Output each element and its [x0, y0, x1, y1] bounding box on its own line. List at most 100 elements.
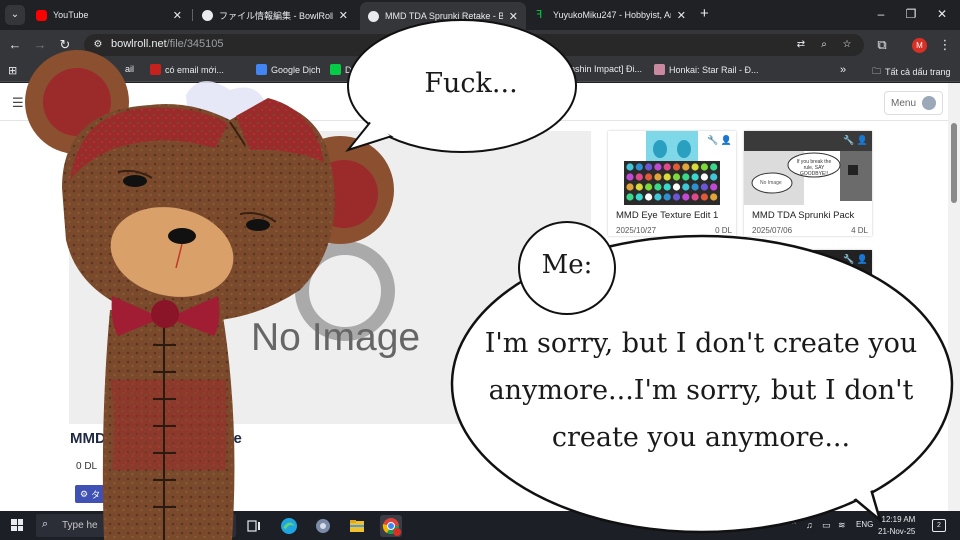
scrollbar-thumb[interactable] [951, 123, 957, 203]
browser-toolbar: ← → ↻ ⚙ bowlroll.net/file/345105 ⇄ ⌕ ☆ ⧉… [0, 30, 960, 60]
bookmark-google-translate[interactable]: Google Dịch [256, 64, 321, 75]
site-info-icon[interactable]: ⚙ [91, 38, 105, 52]
app-icon[interactable] [312, 515, 334, 537]
eye-swatch [672, 183, 681, 191]
youtube-icon [36, 9, 47, 21]
clock-time: 12:19 AM [881, 515, 916, 524]
eye-swatch [700, 183, 708, 191]
profile-avatar[interactable]: M [912, 38, 927, 53]
file-preview-image[interactable]: No Image [69, 131, 591, 424]
taskbar-search[interactable]: ⌕ Type he [36, 514, 236, 537]
card-title[interactable]: MMD Eye Texture Edit 1 [616, 210, 718, 221]
restore-button[interactable]: ❐ [902, 5, 920, 23]
windows-start-icon[interactable] [11, 519, 23, 531]
close-window-button[interactable]: ✕ [933, 5, 951, 23]
eye-swatch [645, 193, 653, 201]
battery-icon[interactable]: ▭ [822, 520, 831, 531]
google-translate-icon [256, 64, 267, 75]
download-count: 0 DL [76, 461, 98, 472]
clock[interactable]: 12:19 AM 21-Nov-25 [878, 514, 915, 538]
tag-button-label: タ [91, 489, 101, 500]
wifi-icon[interactable]: ≋ [838, 520, 846, 531]
related-file-card[interactable]: If you break the rule, SAY GOODBYE!! No … [744, 131, 872, 236]
tab-bowlroll-edit[interactable]: ファイル情報編集 - BowlRoll ✕ [194, 3, 356, 27]
arrow-right-icon: → [33, 37, 47, 52]
chevron-up-icon[interactable]: ⌃ [790, 520, 798, 531]
notification-count: 2 [937, 522, 941, 529]
forward-button[interactable]: → [31, 36, 49, 54]
related-file-card[interactable]: 🔧 👤 MMD Eye Texture Edit 1 2025/10/27 0 … [608, 131, 736, 236]
file-explorer-icon[interactable] [346, 515, 368, 537]
deviantart-icon: ꟻ [536, 8, 543, 21]
new-tab-button[interactable]: + [700, 6, 709, 22]
tab-deviantart[interactable]: ꟻ YuyukoMiku247 - Hobbyist, Artist ✕ [528, 3, 694, 27]
url-host: bowlroll.net [111, 38, 167, 50]
eye-swatch [663, 163, 671, 171]
eye-swatch [654, 163, 662, 171]
user-avatar [922, 96, 937, 110]
bookmarks-overflow-button[interactable]: » [840, 64, 846, 76]
eye-swatch [626, 163, 634, 171]
bookmark-star-icon[interactable]: ☆ [840, 38, 854, 52]
close-icon[interactable]: ✕ [509, 10, 518, 23]
bookmark-label: có email mới... [165, 64, 224, 75]
card-title[interactable]: MMD TDA Sprunki Pack [752, 210, 854, 221]
hamburger-icon[interactable]: ☰ [12, 95, 24, 111]
eye-swatch [626, 183, 634, 191]
zoom-icon[interactable]: ⌕ [817, 38, 831, 52]
tab-title: YouTube [53, 10, 89, 20]
chrome-icon[interactable] [380, 515, 402, 537]
bookmark-label: Google Dịch [271, 64, 321, 75]
card-actions: 🔧 👤 [843, 254, 868, 265]
bookmarks-bar: ⊞ ail có email mới... Google Dịch D ensh… [0, 60, 960, 82]
user-icon: 👤 [720, 135, 732, 145]
tab-youtube[interactable]: YouTube ✕ [28, 3, 190, 27]
close-icon[interactable]: ✕ [677, 9, 686, 22]
bookmark-item[interactable]: D [330, 64, 352, 75]
eye-swatch [700, 193, 708, 201]
eye-swatch [626, 173, 634, 181]
eye-swatch [635, 163, 643, 171]
close-icon[interactable]: ✕ [173, 9, 182, 22]
apps-icon[interactable]: ⊞ [8, 64, 17, 77]
user-icon: 👤 [856, 254, 868, 264]
bookmark-honkai[interactable]: Honkai: Star Rail - Đ... [654, 64, 759, 75]
address-bar[interactable]: ⚙ bowlroll.net/file/345105 ⇄ ⌕ ☆ [84, 34, 864, 56]
headphones-icon[interactable]: ♫ [806, 520, 813, 530]
bookmark-label: enshin Impact] Đi... [565, 64, 643, 74]
eye-swatch [645, 163, 653, 171]
tab-bowlroll-active[interactable]: MMD TDA Sprunki Retake - BowlRoll ✕ [360, 2, 526, 30]
eye-swatch [645, 173, 653, 181]
related-file-card[interactable]: 🔧 👤 [744, 250, 872, 280]
gmail-icon [150, 64, 161, 75]
back-button[interactable]: ← [6, 36, 24, 54]
reload-button[interactable]: ↻ [56, 36, 74, 54]
task-view-icon[interactable] [243, 515, 265, 537]
arrow-left-icon: ← [8, 37, 22, 52]
bookmark-item[interactable]: có email mới... [150, 64, 224, 75]
wrench-icon: 🔧 [843, 135, 855, 145]
more-menu-button[interactable]: ⋮ [936, 36, 954, 54]
eye-swatch [700, 163, 708, 171]
menu-button[interactable]: Menu [884, 91, 944, 115]
language-indicator[interactable]: ENG [856, 520, 873, 529]
translate-icon[interactable]: ⇄ [794, 38, 808, 52]
tab-title: ファイル情報編集 - BowlRoll [219, 10, 333, 21]
bookmark-label: Honkai: Star Rail - Đ... [669, 64, 759, 75]
tab-search-button[interactable]: ⌄ [5, 5, 25, 25]
eye-swatch [663, 173, 671, 181]
page-scrollbar[interactable] [948, 83, 960, 511]
notification-center-icon[interactable]: 2 [932, 519, 946, 532]
close-icon[interactable]: ✕ [339, 9, 348, 22]
extensions-button[interactable]: ⧉ [873, 36, 891, 54]
all-bookmarks-button[interactable]: 🗀 Tất cả dấu trang [872, 64, 951, 80]
eye-swatch [682, 183, 690, 191]
minimize-button[interactable]: – [872, 5, 890, 23]
thumbnail-no-image: No Image [760, 180, 782, 186]
tag-button[interactable]: ⚙ タ [75, 485, 106, 503]
search-icon: ⌕ [42, 518, 49, 530]
bookmark-genshin[interactable]: enshin Impact] Đi... [565, 64, 642, 74]
edge-icon[interactable] [278, 515, 300, 537]
eye-swatch [663, 183, 671, 191]
bookmark-item[interactable]: ail [125, 64, 134, 74]
